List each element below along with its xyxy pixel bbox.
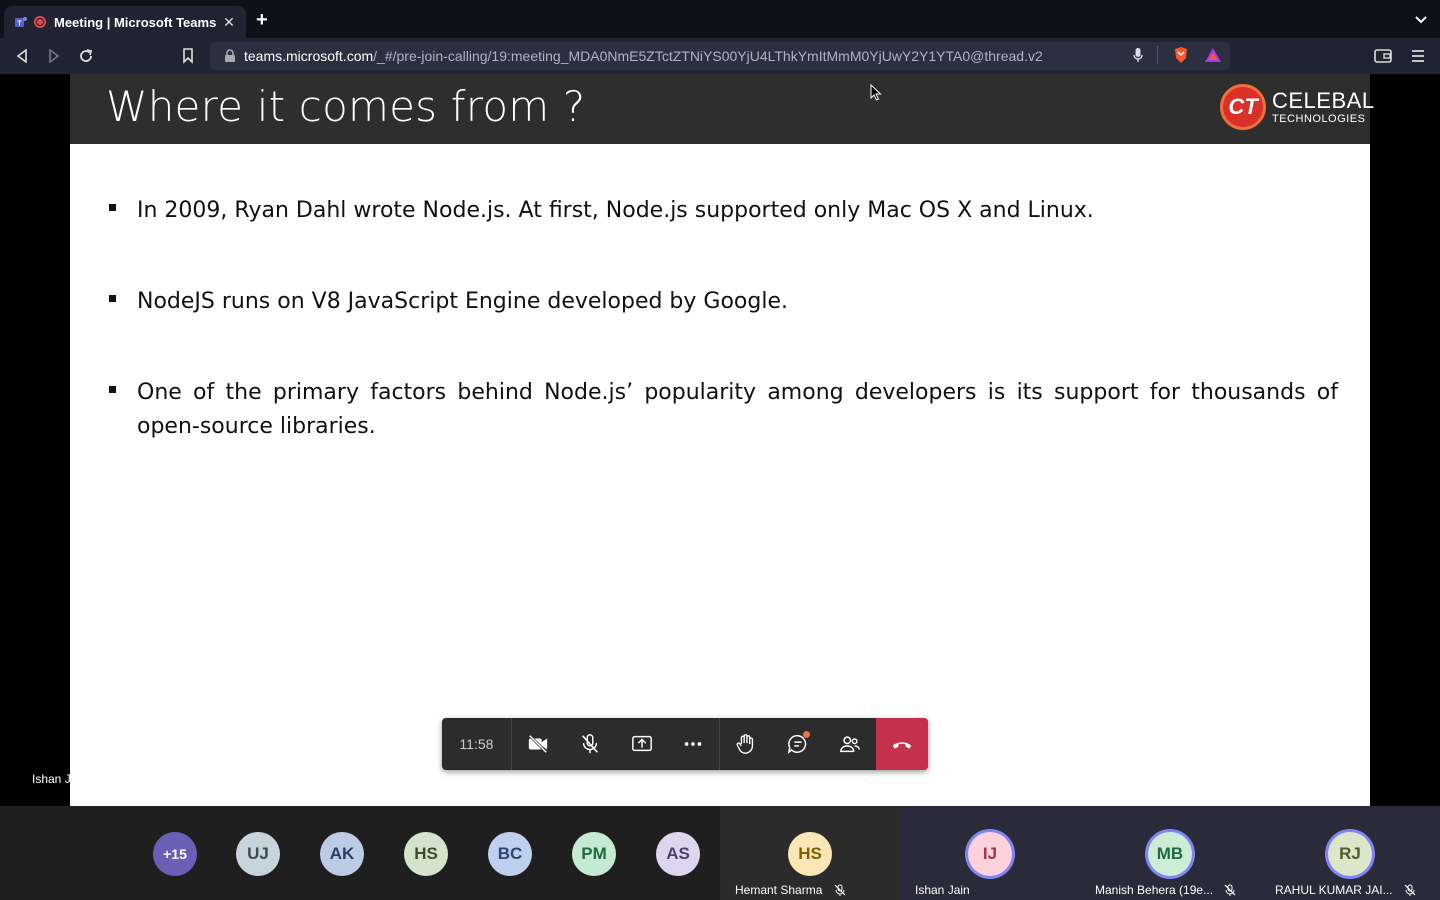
bullet-item: One of the primary factors behind Node.j… xyxy=(106,376,1338,444)
presenter-name: Ishan Jain xyxy=(32,772,87,786)
reload-icon[interactable] xyxy=(76,46,96,66)
browser-tabbar: T Meeting | Microsoft Teams ✕ + xyxy=(0,0,1440,38)
participant-name: Manish Behera (19e... xyxy=(1095,883,1214,897)
participant-tile[interactable]: RJ RAHUL KUMAR JAI... xyxy=(1260,806,1440,900)
chat-button[interactable] xyxy=(772,718,824,770)
browser-toolbar: teams.microsoft.com/_#/pre-join-calling/… xyxy=(0,38,1440,74)
more-participants-badge[interactable]: +15 xyxy=(153,832,197,876)
meeting-stage: Where it comes from ? CT CELEBAL TECHNOL… xyxy=(0,74,1440,806)
address-bar[interactable]: teams.microsoft.com/_#/pre-join-calling/… xyxy=(210,42,1230,70)
logo-line1: CELEBAL xyxy=(1272,87,1375,113)
avatar[interactable]: HS xyxy=(404,832,448,876)
call-timer: 11:58 xyxy=(442,718,512,770)
mute-button[interactable] xyxy=(564,718,616,770)
raise-hand-button[interactable] xyxy=(720,718,772,770)
url-path: /_#/pre-join-calling/19:meeting_MDA0NmE5… xyxy=(373,48,1043,64)
browser-tab[interactable]: T Meeting | Microsoft Teams ✕ xyxy=(4,6,246,38)
share-screen-button[interactable] xyxy=(616,718,668,770)
leave-call-button[interactable] xyxy=(876,718,928,770)
avatar: MB xyxy=(1148,832,1192,876)
mic-off-icon xyxy=(1404,884,1416,896)
url-host: teams.microsoft.com xyxy=(244,48,374,64)
back-icon[interactable] xyxy=(12,46,32,66)
bullet-item: NodeJS runs on V8 JavaScript Engine deve… xyxy=(106,285,1338,319)
avatar[interactable]: AS xyxy=(656,832,700,876)
celebal-logo: CT CELEBAL TECHNOLOGIES xyxy=(1220,84,1375,130)
participant-name: Ishan Jain xyxy=(915,883,970,897)
teams-icon: T xyxy=(15,17,27,28)
brave-rewards-icon[interactable] xyxy=(1204,46,1222,64)
shared-slide: Where it comes from ? CT CELEBAL TECHNOL… xyxy=(70,74,1374,806)
tab-title: Meeting | Microsoft Teams xyxy=(54,14,217,30)
avatar[interactable]: PM xyxy=(572,832,616,876)
participant-name: RAHUL KUMAR JAI... xyxy=(1275,883,1393,897)
bookmark-icon[interactable] xyxy=(178,46,198,66)
hand-icon xyxy=(736,734,754,754)
participant-name: Hemant Sharma xyxy=(735,883,823,897)
camera-off-icon xyxy=(528,734,548,754)
participant-tile[interactable]: HS Hemant Sharma xyxy=(720,806,900,900)
new-tab-icon[interactable]: + xyxy=(256,10,268,30)
divider xyxy=(1157,46,1158,64)
bullet-list: In 2009, Ryan Dahl wrote Node.js. At fir… xyxy=(106,194,1338,444)
avatar: RJ xyxy=(1328,832,1372,876)
forward-icon[interactable] xyxy=(44,46,64,66)
participant-tile[interactable]: MB Manish Behera (19e... xyxy=(1080,806,1260,900)
bullet-item: In 2009, Ryan Dahl wrote Node.js. At fir… xyxy=(106,194,1338,228)
menu-icon[interactable] xyxy=(1410,48,1426,64)
brave-shield-icon[interactable] xyxy=(1172,46,1190,64)
camera-off-button[interactable] xyxy=(512,718,564,770)
avatar[interactable]: BC xyxy=(488,832,532,876)
chevron-down-icon[interactable] xyxy=(1414,12,1428,26)
mic-off-icon xyxy=(834,884,846,896)
recording-icon xyxy=(34,16,46,28)
share-screen-icon xyxy=(631,735,652,752)
logo-line2: TECHNOLOGIES xyxy=(1272,112,1366,125)
more-actions-button[interactable] xyxy=(668,718,720,770)
call-controls: 11:58 xyxy=(442,718,928,770)
mic-off-icon xyxy=(581,734,598,754)
slide-title: Where it comes from ? xyxy=(106,82,586,131)
people-icon xyxy=(840,736,861,753)
participant-tile[interactable]: IJ Ishan Jain xyxy=(900,806,1080,900)
lock-icon xyxy=(225,49,235,62)
hang-up-icon xyxy=(892,742,912,749)
more-icon xyxy=(685,742,702,746)
avatar: HS xyxy=(788,832,832,876)
microphone-icon[interactable] xyxy=(1133,47,1143,63)
slide-header: Where it comes from ? CT CELEBAL TECHNOL… xyxy=(70,74,1374,144)
participants-button[interactable] xyxy=(824,718,876,770)
close-tab-icon[interactable]: ✕ xyxy=(222,14,236,31)
logo-mark: CT xyxy=(1220,84,1266,130)
svg-text:T: T xyxy=(17,21,22,28)
avatar[interactable]: UJ xyxy=(236,832,280,876)
participants-strip: +15 UJ AK HS BC PM AS HS Hemant Sharma I… xyxy=(0,806,1440,900)
avatar[interactable]: AK xyxy=(320,832,364,876)
mouse-cursor-icon xyxy=(870,84,882,101)
mic-off-icon xyxy=(1224,884,1236,896)
avatar: IJ xyxy=(968,832,1012,876)
wallet-icon[interactable] xyxy=(1374,48,1392,64)
